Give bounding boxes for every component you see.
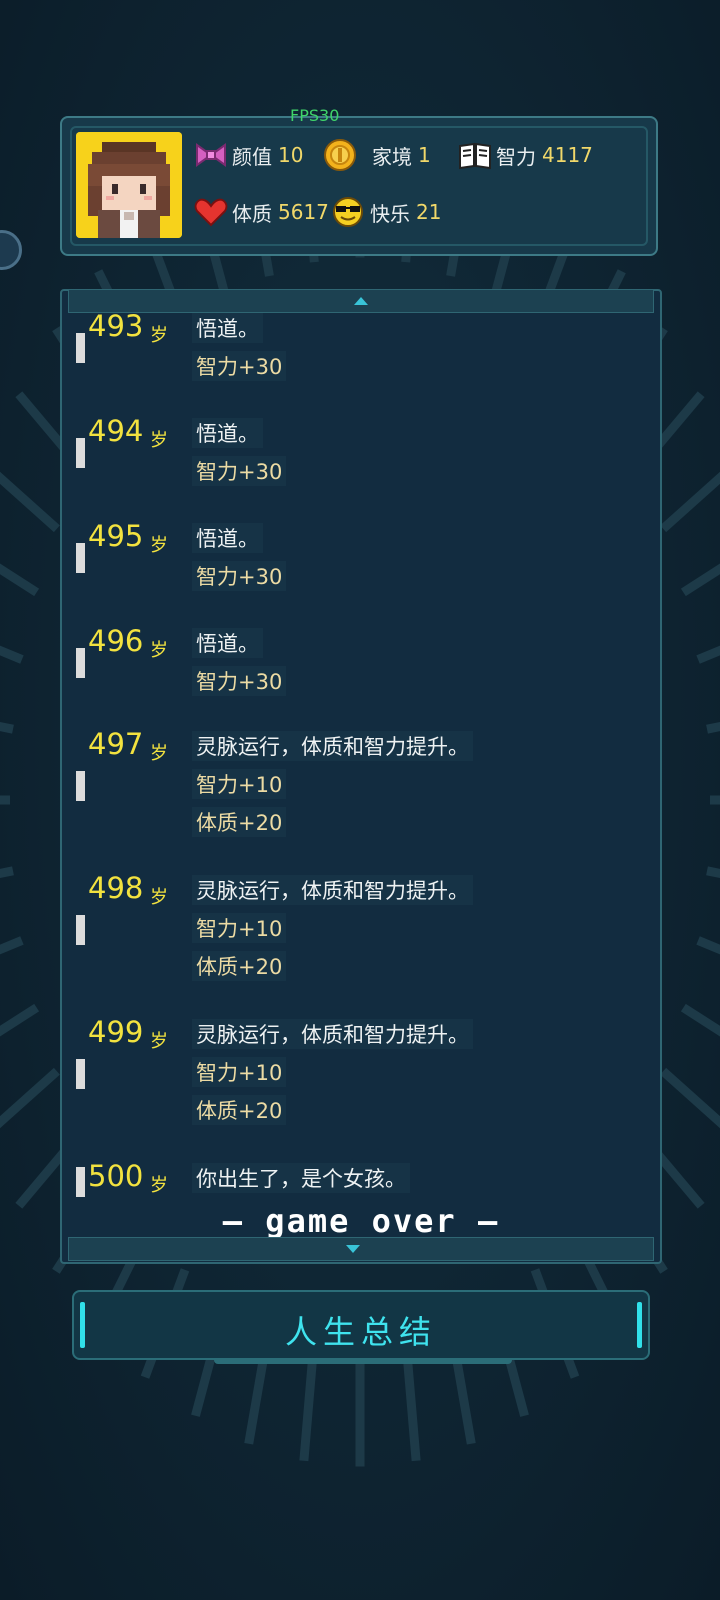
- game-over-label: — game over —: [222, 1202, 500, 1240]
- stat-change: 智力+30: [192, 561, 287, 591]
- log-entry: 499 岁 灵脉运行，体质和智力提升。 智力+10 体质+20: [76, 1015, 636, 1129]
- entry-marker: [76, 543, 85, 573]
- age-number: 500: [88, 1159, 144, 1193]
- background-ray: [660, 1067, 720, 1129]
- age-number: 498: [88, 871, 144, 905]
- stat-change: 智力+30: [192, 351, 287, 381]
- background-ray: [706, 866, 720, 879]
- coin-icon: [324, 139, 356, 171]
- entry-marker: [76, 915, 85, 945]
- stat-family-value: 1: [418, 143, 431, 167]
- age-unit: 岁: [150, 1031, 168, 1052]
- log-entry: 498 岁 灵脉运行，体质和智力提升。 智力+10 体质+20: [76, 871, 636, 985]
- age-unit: 岁: [150, 640, 168, 661]
- event-text: 悟道。: [192, 628, 263, 658]
- arrow-up-icon: [354, 297, 368, 305]
- stat-intelligence: 智力 4117: [458, 140, 593, 170]
- stat-constitution-label: 体质: [232, 201, 272, 226]
- background-ray: [680, 563, 720, 597]
- background-ray: [0, 563, 40, 597]
- age-number: 494: [88, 414, 144, 448]
- stat-family-label: 家境: [372, 144, 412, 169]
- stat-change: 体质+20: [192, 1095, 287, 1125]
- background-ray: [0, 936, 24, 955]
- stat-happiness: 快乐 21: [330, 197, 441, 227]
- log-entry: 495 岁 悟道。智力+30: [76, 519, 636, 633]
- background-ray: [696, 645, 720, 664]
- entry-marker: [76, 1059, 85, 1089]
- stat-change: 体质+20: [192, 951, 287, 981]
- fps-counter: FPS30: [290, 106, 340, 125]
- life-summary-button[interactable]: 人生总结: [72, 1290, 650, 1364]
- age-number: 493: [88, 309, 144, 343]
- background-ray: [706, 721, 720, 734]
- age-unit: 岁: [150, 1175, 168, 1196]
- scroll-down-button[interactable]: [68, 1237, 654, 1261]
- event-text: 你出生了，是个女孩。: [192, 1163, 410, 1193]
- stat-appearance-value: 10: [278, 143, 304, 167]
- arrow-down-icon: [346, 1245, 360, 1253]
- age-number: 497: [88, 727, 144, 761]
- background-ray: [696, 936, 720, 955]
- age-unit: 岁: [150, 887, 168, 908]
- stat-intelligence-label: 智力: [496, 144, 536, 169]
- stat-change: 智力+30: [192, 666, 287, 696]
- log-entry: 496 岁 悟道。智力+30: [76, 624, 636, 738]
- stat-constitution: 体质 5617: [194, 197, 329, 227]
- avatar: [76, 132, 182, 238]
- background-ray: [0, 471, 60, 533]
- pixel-girl-avatar-icon: [76, 132, 182, 238]
- stat-change: 智力+10: [192, 913, 287, 943]
- entry-marker: [76, 333, 85, 363]
- stat-change: 智力+10: [192, 769, 287, 799]
- background-ray: [0, 1067, 60, 1129]
- age-unit: 岁: [150, 743, 168, 764]
- stat-happiness-label: 快乐: [370, 201, 410, 226]
- stat-change: 智力+30: [192, 456, 287, 486]
- age-number: 495: [88, 519, 144, 553]
- event-text: 悟道。: [192, 418, 263, 448]
- stat-family: 家境 1: [322, 139, 431, 171]
- book-icon: [459, 142, 491, 170]
- event-text: 灵脉运行，体质和智力提升。: [192, 875, 473, 905]
- stat-appearance-label: 颜值: [232, 144, 272, 169]
- background-ray: [0, 1003, 40, 1037]
- scroll-up-button[interactable]: [68, 289, 654, 313]
- entry-marker: [76, 648, 85, 678]
- age-number: 496: [88, 624, 144, 658]
- background-ray: [680, 1003, 720, 1037]
- life-summary-button-label: 人生总结: [284, 1313, 437, 1351]
- entry-marker: [76, 1167, 85, 1197]
- game-screen: FPS30 颜值 10 家境 1 智力 4117 体质 5617 快乐 21 4…: [0, 0, 720, 1600]
- age-unit: 岁: [150, 535, 168, 556]
- sunglasses-smiley-icon: [333, 197, 363, 227]
- event-text: 悟道。: [192, 523, 263, 553]
- log-entry: 493 岁 悟道。智力+30: [76, 309, 636, 423]
- stat-change: 智力+10: [192, 1057, 287, 1087]
- stat-change: 体质+20: [192, 807, 287, 837]
- background-ray: [660, 471, 720, 533]
- button-bottom-tab: [214, 1358, 512, 1364]
- event-text: 灵脉运行，体质和智力提升。: [192, 1019, 473, 1049]
- age-unit: 岁: [150, 325, 168, 346]
- log-entry: 494 岁 悟道。智力+30: [76, 414, 636, 528]
- stat-appearance: 颜值 10: [194, 140, 303, 170]
- bow-icon: [196, 143, 226, 167]
- stat-constitution-value: 5617: [278, 200, 329, 224]
- heart-icon: [194, 198, 228, 227]
- entry-marker: [76, 771, 85, 801]
- entry-marker: [76, 438, 85, 468]
- age-unit: 岁: [150, 430, 168, 451]
- background-ray: [0, 721, 14, 734]
- background-ray: [0, 866, 14, 879]
- stat-happiness-value: 21: [416, 200, 442, 224]
- stat-intelligence-value: 4117: [542, 143, 593, 167]
- log-entry: 497 岁 灵脉运行，体质和智力提升。 智力+10 体质+20: [76, 727, 636, 841]
- age-number: 499: [88, 1015, 144, 1049]
- event-text: 灵脉运行，体质和智力提升。: [192, 731, 473, 761]
- event-text: 悟道。: [192, 313, 263, 343]
- background-ray: [0, 645, 24, 664]
